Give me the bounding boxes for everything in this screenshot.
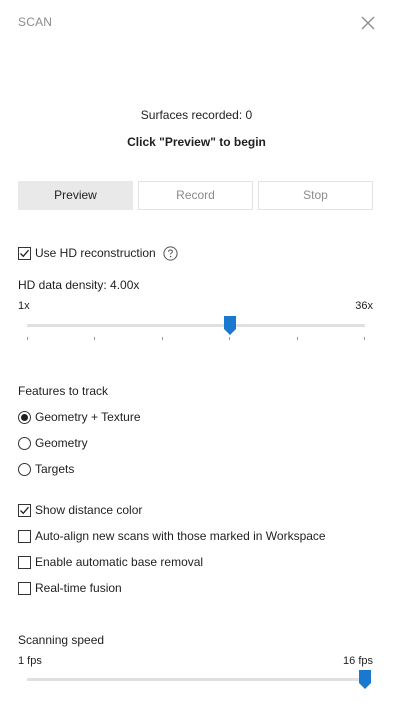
show-distance-color-checkbox[interactable] — [18, 503, 31, 517]
scanning-speed-slider[interactable] — [27, 670, 371, 690]
base-removal-label: Enable automatic base removal — [35, 555, 204, 569]
realtime-fusion-row: Real-time fusion — [18, 579, 122, 597]
auto-align-label: Auto-align new scans with those marked i… — [35, 529, 326, 543]
realtime-fusion-label: Real-time fusion — [35, 581, 122, 595]
speed-min-label: 1 fps — [18, 655, 42, 667]
surfaces-recorded-text: Surfaces recorded: 0 — [140, 108, 253, 122]
auto-align-row: Auto-align new scans with those marked i… — [18, 527, 326, 545]
hd-density-min-label: 1x — [18, 300, 30, 312]
panel-title: SCAN — [18, 15, 53, 29]
scanning-speed-slider-thumb[interactable] — [359, 670, 371, 689]
feature-option-geometry-texture[interactable]: Geometry + Texture — [18, 408, 141, 426]
help-circle-icon[interactable] — [163, 245, 178, 261]
stop-button[interactable]: Stop — [258, 181, 373, 210]
feature-option-geometry[interactable]: Geometry — [18, 434, 88, 452]
show-distance-color-label: Show distance color — [35, 503, 143, 517]
hd-density-track — [27, 324, 365, 327]
record-button[interactable]: Record — [138, 181, 253, 210]
feature-option-label: Geometry + Texture — [35, 410, 141, 424]
hd-density-ticks — [27, 337, 365, 341]
close-icon[interactable] — [360, 15, 376, 31]
show-distance-color-row: Show distance color — [18, 501, 142, 519]
scan-controls: Preview Record Stop — [18, 181, 373, 210]
auto-align-checkbox[interactable] — [18, 529, 31, 543]
scanning-speed-track — [27, 678, 365, 681]
preview-button[interactable]: Preview — [18, 181, 133, 210]
preview-hint-text: Click "Preview" to begin — [127, 135, 266, 149]
features-title: Features to track — [18, 384, 109, 398]
slider-tick — [364, 337, 365, 340]
radio-targets[interactable] — [18, 462, 31, 476]
realtime-fusion-checkbox[interactable] — [18, 581, 31, 595]
hd-reconstruction-checkbox[interactable] — [18, 246, 31, 260]
slider-tick — [94, 337, 96, 340]
slider-tick — [27, 337, 28, 340]
hd-reconstruction-label: Use HD reconstruction — [35, 246, 156, 260]
feature-option-label: Geometry — [35, 436, 88, 450]
slider-tick — [229, 337, 231, 340]
hd-density-max-label: 36x — [355, 300, 373, 312]
hd-density-label: HD data density: 4.00x — [18, 278, 140, 292]
base-removal-row: Enable automatic base removal — [18, 553, 203, 571]
base-removal-checkbox[interactable] — [18, 555, 31, 569]
speed-max-label: 16 fps — [343, 655, 373, 667]
scanning-speed-label: Scanning speed — [18, 633, 105, 647]
hd-density-slider[interactable] — [27, 316, 365, 336]
radio-geometry[interactable] — [18, 436, 31, 450]
hd-density-slider-thumb[interactable] — [223, 316, 236, 335]
feature-option-targets[interactable]: Targets — [18, 460, 74, 478]
hd-reconstruction-row: Use HD reconstruction — [18, 244, 178, 262]
slider-tick — [296, 337, 298, 340]
slider-tick — [161, 337, 163, 340]
radio-geometry-texture[interactable] — [18, 410, 31, 424]
feature-option-label: Targets — [35, 462, 75, 476]
